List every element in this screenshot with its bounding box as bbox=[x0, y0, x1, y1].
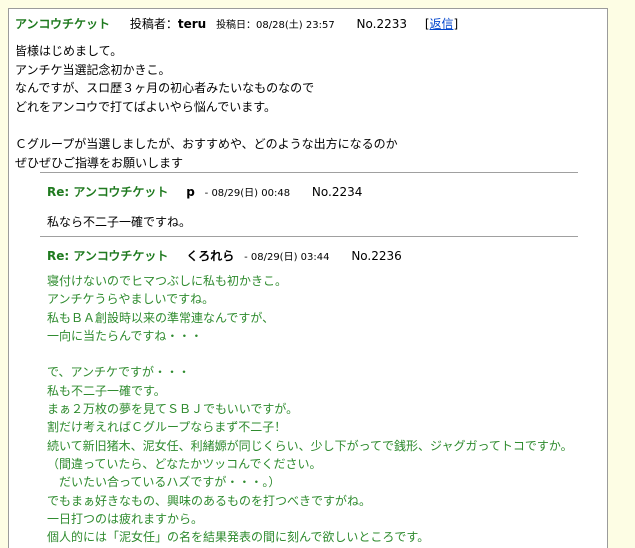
reply-subject: Re: アンコウチケット bbox=[47, 185, 169, 199]
post-number: No.2233 bbox=[356, 17, 407, 31]
poster-label: 投稿者： bbox=[129, 17, 178, 31]
thread-panel: アンコウチケット 投稿者：teru 投稿日：08/28(土) 23:57 No.… bbox=[8, 8, 608, 548]
reply-item: Re: アンコウチケット くろれら - 08/29(日) 03:44 No.22… bbox=[40, 236, 578, 548]
reply-number: No.2234 bbox=[311, 185, 363, 199]
reply-bracket-close: ] bbox=[453, 17, 459, 31]
reply-date: - 08/29(日) 03:44 bbox=[244, 252, 330, 263]
reply-item: Re: アンコウチケット p - 08/29(日) 00:48 No.2234 … bbox=[40, 172, 578, 237]
reply-link[interactable]: 返信 bbox=[430, 17, 454, 31]
reply-header: Re: アンコウチケット くろれら - 08/29(日) 03:44 No.22… bbox=[47, 247, 402, 264]
post-date: 投稿日：08/28(土) 23:57 bbox=[216, 20, 335, 31]
post-body: 皆様はじめまして。 アンチケ当選記念初かきこ。 なんですが、スロ歴３ヶ月の初心者… bbox=[15, 44, 398, 170]
reply-date: - 08/29(日) 00:48 bbox=[204, 188, 291, 199]
reply-author: くろれら bbox=[186, 249, 235, 263]
reply-body: 私なら不二子一確ですね。 bbox=[47, 215, 192, 229]
reply-author: p bbox=[186, 185, 195, 199]
post-author: teru bbox=[177, 17, 207, 31]
reply-header: Re: アンコウチケット p - 08/29(日) 00:48 No.2234 bbox=[47, 183, 362, 200]
reply-number: No.2236 bbox=[351, 249, 402, 263]
post-subject: アンコウチケット bbox=[15, 17, 111, 31]
reply-body: 寝付けないのでヒマつぶしに私も初かきこ。 アンチケうらやましいですね。 私もＢＡ… bbox=[47, 274, 573, 545]
post-header: アンコウチケット 投稿者：teru 投稿日：08/28(土) 23:57 No.… bbox=[15, 15, 458, 32]
reply-subject: Re: アンコウチケット bbox=[47, 249, 169, 263]
